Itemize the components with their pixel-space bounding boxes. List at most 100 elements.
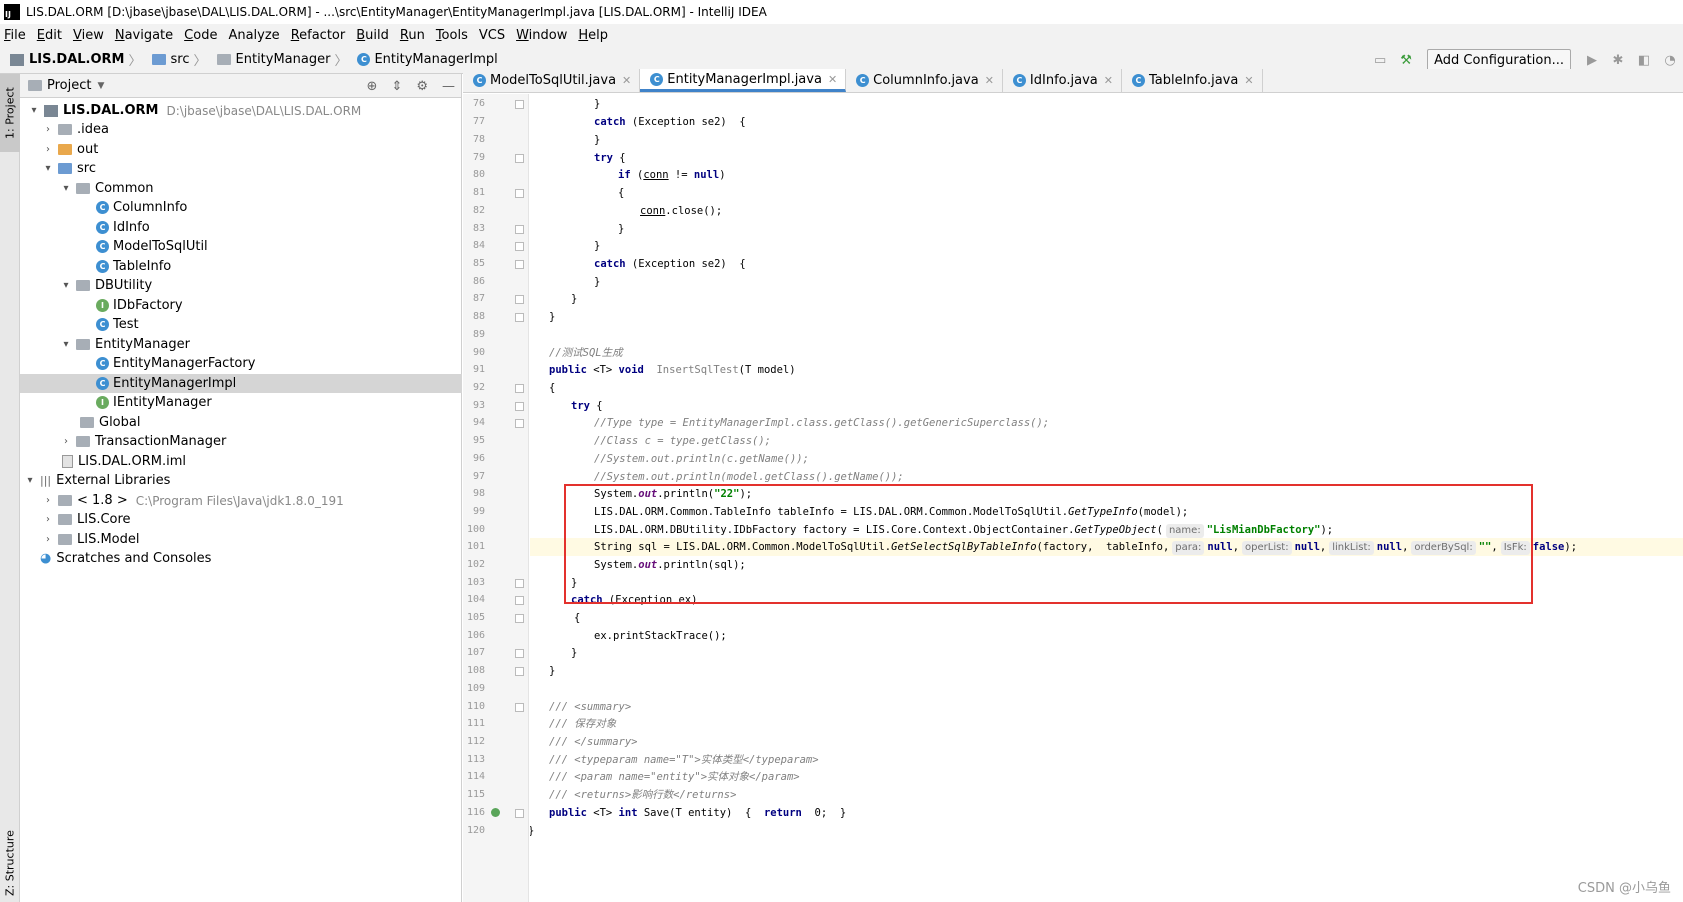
profile-icon[interactable]: ◔ [1662,52,1678,68]
close-icon[interactable]: ✕ [1244,74,1253,87]
fold-marker-icon[interactable] [515,154,524,163]
collapse-all-icon[interactable]: ⇕ [391,79,402,94]
tree-item[interactable]: › .idea [20,120,462,139]
tree-item-label: IdInfo [113,220,150,235]
chevron-right-icon[interactable]: › [42,514,54,525]
fold-marker-icon[interactable] [515,260,524,269]
chevron-down-icon[interactable]: ▾ [28,105,40,116]
editor-tab[interactable]: C EntityManagerImpl.java ✕ [640,69,847,92]
tree-item[interactable]: ▾ src [20,159,462,178]
tree-item[interactable]: › TransactionManager [20,432,462,451]
chevron-down-icon[interactable]: ▾ [60,280,72,291]
fold-marker-icon[interactable] [515,295,524,304]
fold-marker-icon[interactable] [515,649,524,658]
build-hammer-icon[interactable]: ⚒ [1398,52,1414,68]
breadcrumb-project[interactable]: LIS.DAL.ORM 〉 [10,50,148,69]
menu-item[interactable]: VCS [479,28,505,43]
tree-item[interactable]: C EntityManagerImpl [20,374,462,393]
tree-item[interactable]: C EntityManagerFactory [20,354,462,373]
menu-item[interactable]: Tools [436,28,468,43]
tree-item[interactable]: › out [20,140,462,159]
iml-file-icon [62,455,73,468]
fold-marker-icon[interactable] [515,579,524,588]
tree-item[interactable]: ▾ ||| External Libraries [20,471,462,490]
menu-item[interactable]: Run [400,28,425,43]
chevron-right-icon[interactable]: › [42,534,54,545]
line-number: 92 [472,382,485,393]
chevron-down-icon[interactable]: ▾ [60,183,72,194]
menu-item[interactable]: View [73,28,104,43]
tree-item[interactable]: ▾ LIS.DAL.ORM D:\jbase\jbase\DAL\LIS.DAL.O… [20,101,462,120]
menu-item[interactable]: Help [578,28,608,43]
tree-item[interactable]: › < 1.8 > C:\Program Files\Java\jdk1.8.0_1… [20,491,462,510]
chevron-right-icon[interactable]: › [42,144,54,155]
coverage-icon[interactable]: ◧ [1636,52,1652,68]
chevron-right-icon[interactable]: › [42,495,54,506]
project-tool-tab[interactable]: 1: Project [0,74,20,152]
override-marker-icon[interactable] [491,808,500,817]
editor-tab[interactable]: C IdInfo.java ✕ [1003,69,1122,92]
fold-marker-icon[interactable] [515,402,524,411]
fold-marker-icon[interactable] [515,667,524,676]
menu-item[interactable]: Window [516,28,567,43]
tree-item[interactable]: C ColumnInfo [20,198,462,217]
add-configuration-button[interactable]: Add Configuration... [1427,49,1571,71]
editor-tab[interactable]: C TableInfo.java ✕ [1122,69,1263,92]
breadcrumb-package[interactable]: EntityManager 〉 [216,50,354,69]
fold-marker-icon[interactable] [515,596,524,605]
chevron-down-icon[interactable]: ▾ [60,339,72,350]
chevron-right-icon[interactable]: › [60,436,72,447]
tree-item[interactable]: I IDbFactory [20,296,462,315]
fold-marker-icon[interactable] [515,313,524,322]
menu-item[interactable]: Edit [37,28,62,43]
fold-marker-icon[interactable] [515,419,524,428]
close-icon[interactable]: ✕ [985,74,994,87]
tree-item[interactable]: C ModelToSqlUtil [20,237,462,256]
fold-marker-icon[interactable] [515,189,524,198]
hide-icon[interactable]: — [442,79,455,94]
tree-item[interactable]: ◕ Scratches and Consoles [20,549,462,568]
tree-item[interactable]: C TableInfo [20,257,462,276]
tree-item[interactable]: ▾ EntityManager [20,335,462,354]
chevron-down-icon[interactable]: ▾ [24,475,36,486]
window-icon[interactable]: ▭ [1372,52,1388,68]
debug-icon[interactable]: ✱ [1610,52,1626,68]
tree-item[interactable]: › LIS.Core [20,510,462,529]
fold-marker-icon[interactable] [515,703,524,712]
editor-tab[interactable]: C ColumnInfo.java ✕ [846,69,1003,92]
breadcrumb-src[interactable]: src 〉 [151,50,213,69]
tree-item[interactable]: LIS.DAL.ORM.iml [20,452,462,471]
chevron-down-icon[interactable]: ▼ [97,81,104,91]
structure-tool-tab[interactable]: Z: Structure [0,824,20,902]
close-icon[interactable]: ✕ [622,74,631,87]
menu-item[interactable]: Analyze [228,28,279,43]
close-icon[interactable]: ✕ [1104,74,1113,87]
chevron-down-icon[interactable]: ▾ [42,163,54,174]
fold-marker-icon[interactable] [515,809,524,818]
breadcrumb-class[interactable]: C EntityManagerImpl [357,52,498,67]
tree-item[interactable]: › LIS.Model [20,530,462,549]
fold-marker-icon[interactable] [515,614,524,623]
fold-marker-icon[interactable] [515,384,524,393]
tree-item[interactable]: ▾ DBUtility [20,276,462,295]
fold-marker-icon[interactable] [515,100,524,109]
fold-marker-icon[interactable] [515,225,524,234]
editor-tab[interactable]: C ModelToSqlUtil.java ✕ [463,69,641,92]
tree-item[interactable]: I IEntityManager [20,393,462,412]
tree-item[interactable]: ▾ Common [20,179,462,198]
locate-icon[interactable]: ⊕ [367,79,378,94]
menu-item[interactable]: Code [184,28,217,43]
close-icon[interactable]: ✕ [828,73,837,86]
menu-item[interactable]: Build [356,28,389,43]
tree-item[interactable]: C IdInfo [20,218,462,237]
run-icon[interactable]: ▶ [1584,52,1600,68]
tree-item[interactable]: Global [20,413,462,432]
menu-item[interactable]: Navigate [115,28,173,43]
tree-item[interactable]: C Test [20,315,462,334]
project-view-selector[interactable]: Project [47,78,91,93]
gear-icon[interactable]: ⚙ [416,79,428,94]
chevron-right-icon[interactable]: › [42,124,54,135]
menu-item[interactable]: Refactor [291,28,346,43]
menu-item[interactable]: File [4,28,26,43]
fold-marker-icon[interactable] [515,242,524,251]
